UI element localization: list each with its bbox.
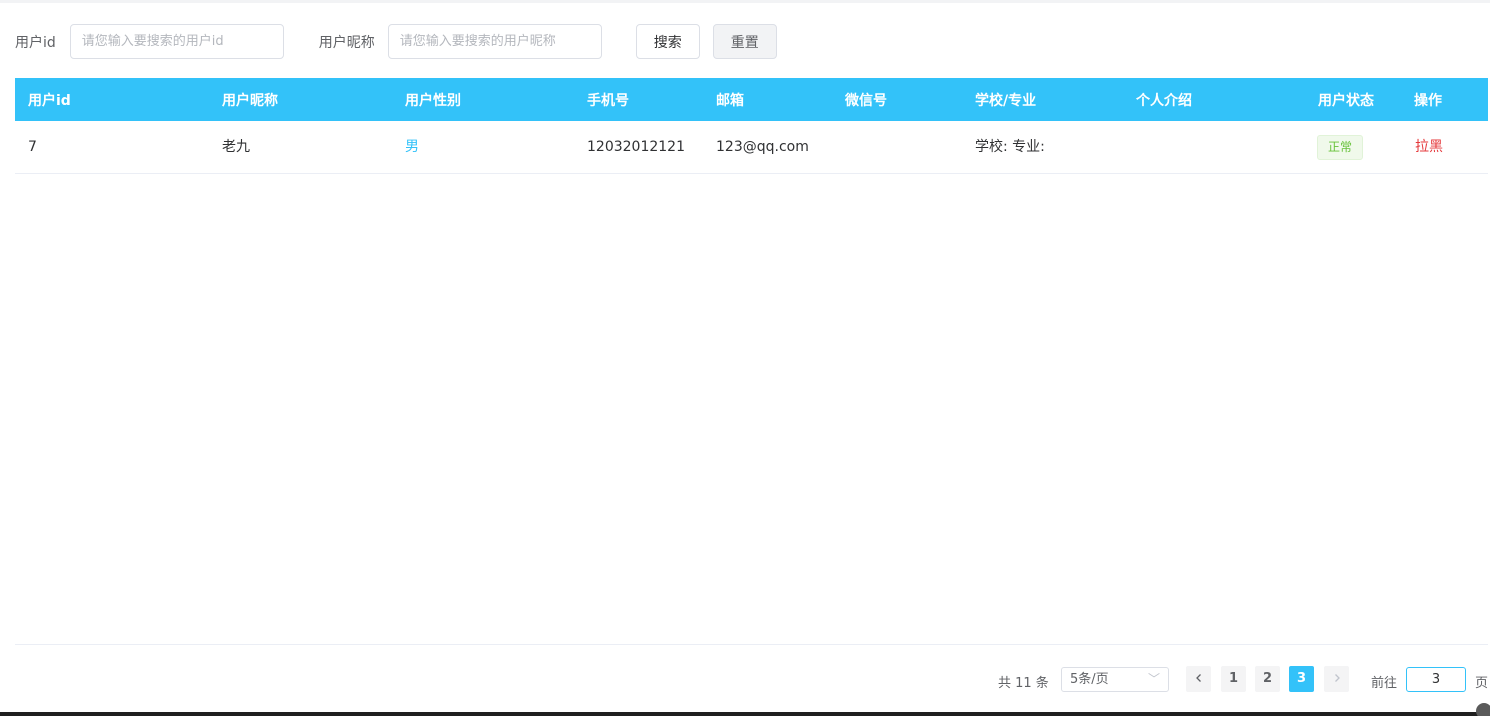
cell-school-major: 学校: 专业: <box>975 139 1045 155</box>
column-header-phone[interactable]: 手机号 <box>587 90 629 110</box>
goto-prefix-label: 前往 <box>1371 676 1398 691</box>
prev-page-button[interactable] <box>1186 666 1211 692</box>
cell-phone: 12032012121 <box>587 139 685 155</box>
table-footer-divider <box>15 644 1488 645</box>
cell-nickname: 老九 <box>222 139 250 155</box>
chevron-right-icon <box>1334 674 1340 682</box>
window-bottom-bar <box>0 712 1490 716</box>
block-user-link[interactable]: 拉黑 <box>1415 138 1443 156</box>
user-id-search-input[interactable] <box>69 24 284 59</box>
user-id-label: 用户id <box>15 34 56 51</box>
column-header-nickname[interactable]: 用户昵称 <box>222 90 278 110</box>
chevron-left-icon <box>1195 674 1201 682</box>
page-size-select[interactable]: 5条/页 ﹀ <box>1061 667 1169 692</box>
column-header-actions[interactable]: 操作 <box>1414 90 1442 110</box>
users-table: 用户id 用户昵称 用户性别 手机号 邮箱 微信号 学校/专业 个人介绍 用户状… <box>15 78 1488 174</box>
column-header-email[interactable]: 邮箱 <box>716 90 744 110</box>
table-row[interactable]: 7 老九 男 12032012121 123@qq.com 学校: 专业: 正常… <box>15 121 1488 174</box>
top-border <box>0 0 1490 3</box>
column-header-wechat[interactable]: 微信号 <box>845 90 887 110</box>
status-badge: 正常 <box>1317 135 1364 160</box>
page-size-value: 5条/页 <box>1070 672 1109 687</box>
pagination-total: 共 11 条 <box>998 676 1049 691</box>
resize-handle[interactable] <box>1476 703 1490 716</box>
nickname-search-input[interactable] <box>387 24 602 59</box>
chevron-down-icon: ﹀ <box>1147 672 1160 686</box>
column-header-user-id[interactable]: 用户id <box>28 90 71 110</box>
goto-page-input[interactable] <box>1406 667 1466 692</box>
reset-button[interactable]: 重置 <box>712 24 777 59</box>
page-button-3[interactable]: 3 <box>1289 666 1314 692</box>
cell-gender: 男 <box>405 139 419 155</box>
column-header-school-major[interactable]: 学校/专业 <box>975 90 1036 110</box>
column-header-intro[interactable]: 个人介绍 <box>1136 90 1192 110</box>
cell-email: 123@qq.com <box>716 139 809 155</box>
cell-user-id: 7 <box>28 139 37 155</box>
page-button-1[interactable]: 1 <box>1221 666 1246 692</box>
table-header: 用户id 用户昵称 用户性别 手机号 邮箱 微信号 学校/专业 个人介绍 用户状… <box>15 78 1488 121</box>
column-header-status[interactable]: 用户状态 <box>1318 90 1374 110</box>
column-header-gender[interactable]: 用户性别 <box>405 90 461 110</box>
goto-suffix-label: 页 <box>1475 676 1489 691</box>
search-button[interactable]: 搜索 <box>635 24 700 59</box>
page-button-2[interactable]: 2 <box>1255 666 1280 692</box>
next-page-button[interactable] <box>1324 666 1349 692</box>
search-form: 用户id 用户昵称 搜索 重置 <box>15 24 777 59</box>
nickname-label: 用户昵称 <box>318 34 375 51</box>
